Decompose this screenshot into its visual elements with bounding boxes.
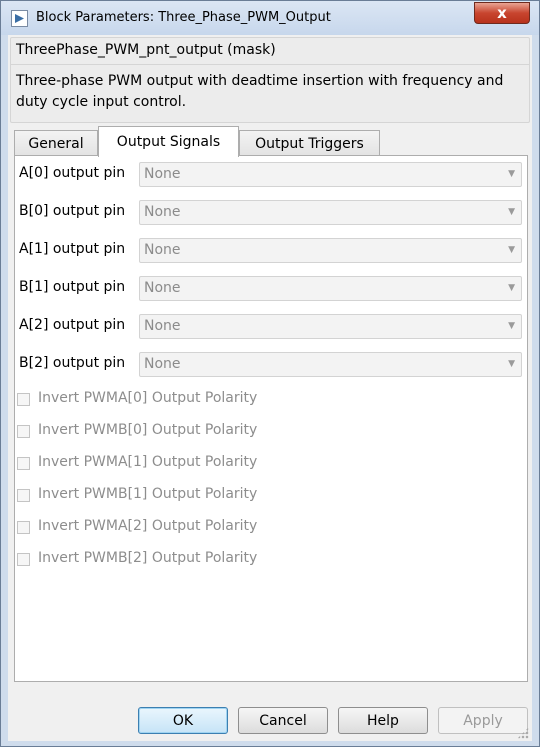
chevron-down-icon: ▼ — [508, 169, 515, 179]
b0-output-pin-label: B[0] output pin — [19, 203, 126, 219]
tab-general[interactable]: General — [14, 130, 98, 156]
invert-pwmb0-label: Invert PWMB[0] Output Polarity — [38, 422, 258, 438]
invert-pwma0-checkbox[interactable]: Invert PWMA[0] Output Polarity — [17, 390, 317, 410]
tab-output-signals[interactable]: Output Signals — [98, 126, 239, 157]
a0-output-pin-value: None — [144, 166, 181, 182]
close-icon: x — [497, 4, 507, 22]
checkbox-box[interactable] — [17, 457, 30, 470]
invert-pwma0-label: Invert PWMA[0] Output Polarity — [38, 390, 258, 406]
tab-general-label: General — [28, 135, 84, 152]
b0-output-pin-value: None — [144, 204, 181, 220]
window-title: Block Parameters: Three_Phase_PWM_Output — [36, 10, 331, 25]
invert-pwmb2-checkbox[interactable]: Invert PWMB[2] Output Polarity — [17, 550, 317, 570]
dialog-client-area: ThreePhase_PWM_pnt_output (mask) Three-p… — [8, 35, 532, 741]
ok-button[interactable]: OK — [138, 707, 228, 734]
tab-output-triggers[interactable]: Output Triggers — [239, 130, 380, 156]
chevron-down-icon: ▼ — [508, 245, 515, 255]
help-button[interactable]: Help — [338, 707, 428, 734]
invert-pwmb1-label: Invert PWMB[1] Output Polarity — [38, 486, 258, 502]
chevron-down-icon: ▼ — [508, 283, 515, 293]
chevron-down-icon: ▼ — [508, 207, 515, 217]
a1-output-pin-select[interactable]: None ▼ — [139, 238, 522, 263]
divider — [11, 64, 529, 65]
a1-output-pin-label: A[1] output pin — [19, 241, 126, 257]
mask-title: ThreePhase_PWM_pnt_output (mask) — [16, 42, 276, 58]
a1-output-pin-value: None — [144, 242, 181, 258]
tab-output-triggers-label: Output Triggers — [255, 135, 364, 152]
b2-output-pin-label: B[2] output pin — [19, 355, 126, 371]
a2-output-pin-label: A[2] output pin — [19, 317, 126, 333]
invert-pwmb1-checkbox[interactable]: Invert PWMB[1] Output Polarity — [17, 486, 317, 506]
chevron-down-icon: ▼ — [508, 359, 515, 369]
invert-pwmb0-checkbox[interactable]: Invert PWMB[0] Output Polarity — [17, 422, 317, 442]
a2-output-pin-value: None — [144, 318, 181, 334]
invert-pwma2-checkbox[interactable]: Invert PWMA[2] Output Polarity — [17, 518, 317, 538]
checkbox-box[interactable] — [17, 425, 30, 438]
close-button[interactable]: x — [474, 2, 530, 24]
apply-button[interactable]: Apply — [438, 707, 528, 734]
a0-output-pin-label: A[0] output pin — [19, 165, 126, 181]
output-signals-panel: A[0] output pin None ▼ B[0] output pin N… — [14, 155, 528, 682]
checkbox-box[interactable] — [17, 489, 30, 502]
mask-description-group: ThreePhase_PWM_pnt_output (mask) Three-p… — [10, 37, 530, 123]
dialog-window: Block Parameters: Three_Phase_PWM_Output… — [0, 0, 540, 747]
checkbox-box[interactable] — [17, 521, 30, 534]
b2-output-pin-value: None — [144, 356, 181, 372]
invert-pwma2-label: Invert PWMA[2] Output Polarity — [38, 518, 258, 534]
tab-output-signals-label: Output Signals — [116, 134, 221, 150]
title-bar[interactable]: Block Parameters: Three_Phase_PWM_Output… — [1, 1, 539, 35]
mask-description: Three-phase PWM output with deadtime ins… — [16, 73, 504, 110]
invert-pwmb2-label: Invert PWMB[2] Output Polarity — [38, 550, 258, 566]
b0-output-pin-select[interactable]: None ▼ — [139, 200, 522, 225]
b1-output-pin-label: B[1] output pin — [19, 279, 126, 295]
checkbox-box[interactable] — [17, 553, 30, 566]
a2-output-pin-select[interactable]: None ▼ — [139, 314, 522, 339]
simulink-block-icon — [11, 10, 28, 27]
checkbox-box[interactable] — [17, 393, 30, 406]
tab-strip: General Output Signals Output Triggers — [14, 126, 534, 157]
a0-output-pin-select[interactable]: None ▼ — [139, 162, 522, 187]
invert-pwma1-checkbox[interactable]: Invert PWMA[1] Output Polarity — [17, 454, 317, 474]
b1-output-pin-value: None — [144, 280, 181, 296]
b1-output-pin-select[interactable]: None ▼ — [139, 276, 522, 301]
invert-pwma1-label: Invert PWMA[1] Output Polarity — [38, 454, 258, 470]
chevron-down-icon: ▼ — [508, 321, 515, 331]
b2-output-pin-select[interactable]: None ▼ — [139, 352, 522, 377]
cancel-button[interactable]: Cancel — [238, 707, 328, 734]
